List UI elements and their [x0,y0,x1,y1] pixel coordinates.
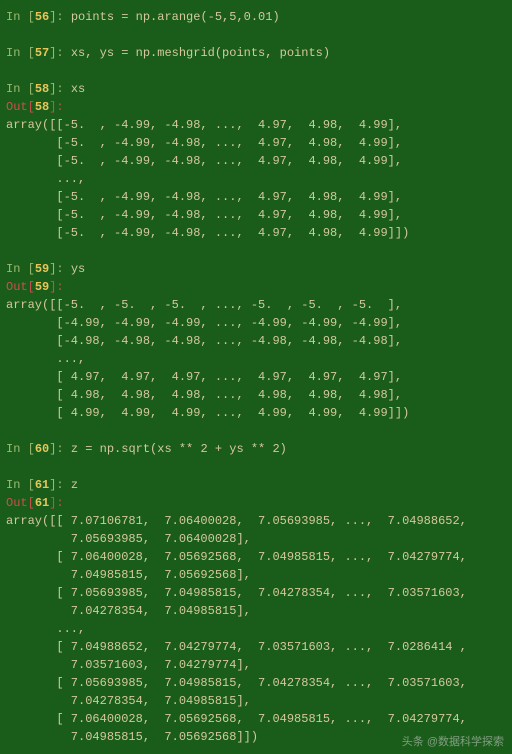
output-line: [ 7.05693985, 7.04985815, 7.04278354, ..… [6,584,506,602]
output-label: Out[61]: [6,494,506,512]
output-line: [ 7.06400028, 7.05692568, 7.04985815, ..… [6,548,506,566]
output-line: ..., [6,170,506,188]
output-line: [-4.98, -4.98, -4.98, ..., -4.98, -4.98,… [6,332,506,350]
output-label: Out[58]: [6,98,506,116]
input-cell[interactable]: In [60]: z = np.sqrt(xs ** 2 + ys ** 2) [6,440,506,458]
output-line: array([[-5. , -5. , -5. , ..., -5. , -5.… [6,296,506,314]
output-line: [ 4.99, 4.99, 4.99, ..., 4.99, 4.99, 4.9… [6,404,506,422]
output-line: [ 4.98, 4.98, 4.98, ..., 4.98, 4.98, 4.9… [6,386,506,404]
watermark-text: 头条 @数据科学探索 [402,734,504,751]
output-line: 7.04278354, 7.04985815], [6,692,506,710]
output-line: array([[-5. , -4.99, -4.98, ..., 4.97, 4… [6,116,506,134]
output-line: ..., [6,350,506,368]
in-prompt: In [ [6,10,35,24]
in-prompt: In [ [6,46,35,60]
output-line: [-4.99, -4.99, -4.99, ..., -4.99, -4.99,… [6,314,506,332]
output-line: [-5. , -4.99, -4.98, ..., 4.97, 4.98, 4.… [6,134,506,152]
cell-number: 61 [35,478,49,492]
cell-number: 56 [35,10,49,24]
output-line: [ 4.97, 4.97, 4.97, ..., 4.97, 4.97, 4.9… [6,368,506,386]
input-cell[interactable]: In [56]: points = np.arange(-5,5,0.01) [6,8,506,26]
in-prompt: In [ [6,442,35,456]
output-line: 7.03571603, 7.04279774], [6,656,506,674]
output-line: 7.05693985, 7.06400028], [6,530,506,548]
cell-number: 58 [35,82,49,96]
in-prompt: In [ [6,82,35,96]
output-line: [-5. , -4.99, -4.98, ..., 4.97, 4.98, 4.… [6,188,506,206]
input-code: z [71,478,78,492]
output-line: ..., [6,620,506,638]
blank-line [6,242,506,260]
blank-line [6,62,506,80]
output-line: array([[ 7.07106781, 7.06400028, 7.05693… [6,512,506,530]
input-cell[interactable]: In [57]: xs, ys = np.meshgrid(points, po… [6,44,506,62]
ipython-session: In [56]: points = np.arange(-5,5,0.01) I… [6,8,506,746]
output-line: 7.04985815, 7.05692568], [6,566,506,584]
input-code: points = np.arange(-5,5,0.01) [71,10,280,24]
output-line: 7.04278354, 7.04985815], [6,602,506,620]
input-cell[interactable]: In [58]: xs [6,80,506,98]
output-line: [ 7.04988652, 7.04279774, 7.03571603, ..… [6,638,506,656]
input-code: xs, ys = np.meshgrid(points, points) [71,46,330,60]
output-line: [ 7.05693985, 7.04985815, 7.04278354, ..… [6,674,506,692]
cell-number: 59 [35,262,49,276]
output-line: [-5. , -4.99, -4.98, ..., 4.97, 4.98, 4.… [6,152,506,170]
output-line: [-5. , -4.99, -4.98, ..., 4.97, 4.98, 4.… [6,206,506,224]
cell-number: 57 [35,46,49,60]
input-code: ys [71,262,85,276]
cell-number: 60 [35,442,49,456]
blank-line [6,422,506,440]
output-line: [-5. , -4.99, -4.98, ..., 4.97, 4.98, 4.… [6,224,506,242]
blank-line [6,26,506,44]
blank-line [6,458,506,476]
input-code: xs [71,82,85,96]
output-line: [ 7.06400028, 7.05692568, 7.04985815, ..… [6,710,506,728]
input-cell[interactable]: In [59]: ys [6,260,506,278]
input-cell[interactable]: In [61]: z [6,476,506,494]
output-label: Out[59]: [6,278,506,296]
input-code: z = np.sqrt(xs ** 2 + ys ** 2) [71,442,287,456]
in-prompt: In [ [6,262,35,276]
in-prompt: In [ [6,478,35,492]
